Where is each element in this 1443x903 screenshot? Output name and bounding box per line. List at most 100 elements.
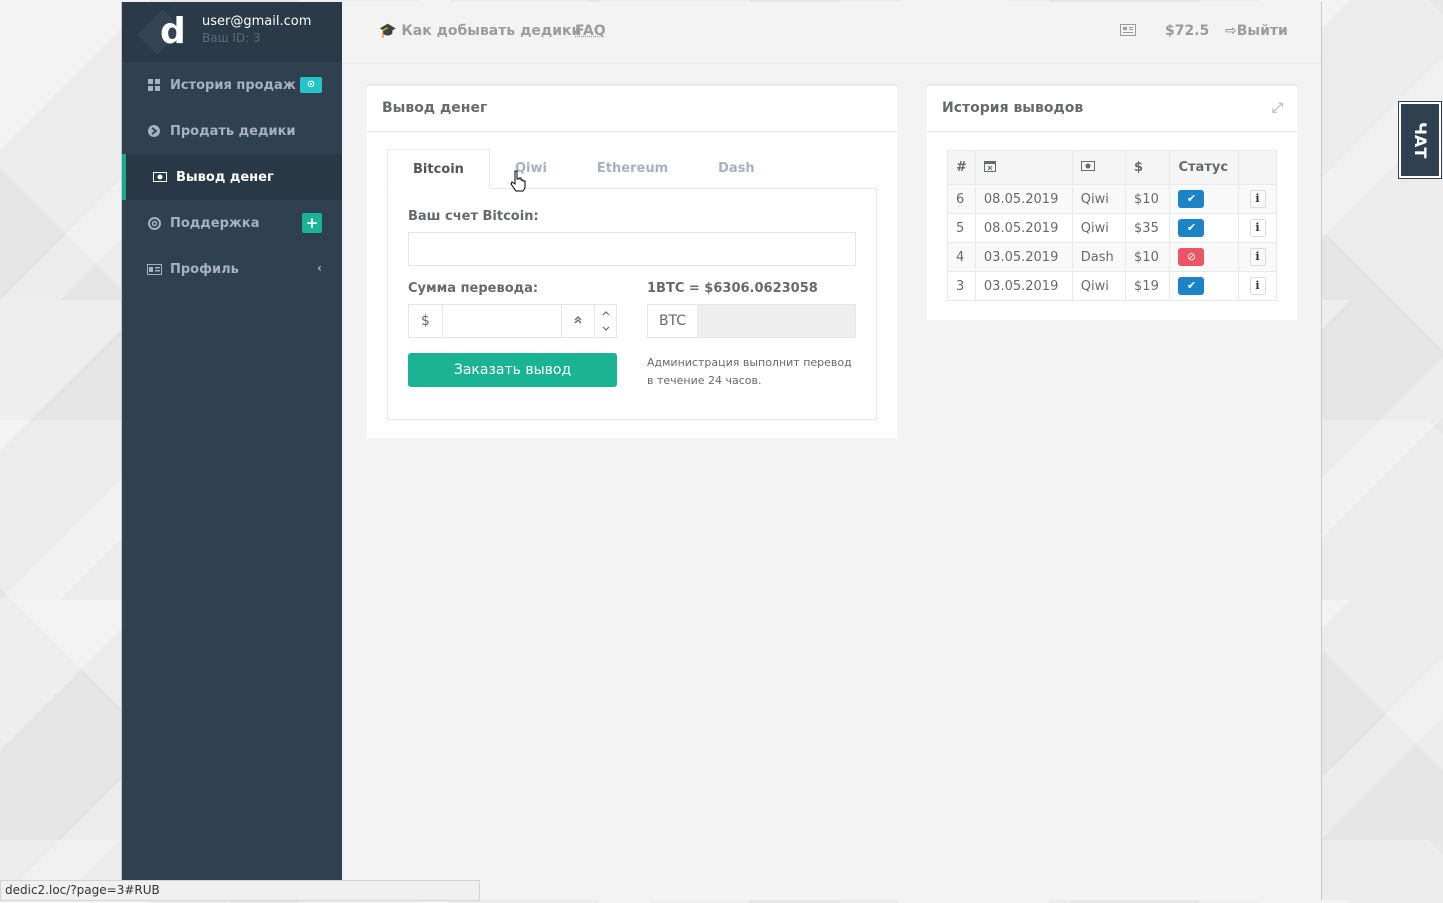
cell-status: ✔ xyxy=(1169,213,1240,243)
chat-tab[interactable]: ЧАТ xyxy=(1398,101,1442,179)
amount-group: $ xyxy=(408,304,617,338)
cell-date: 03.05.2019 xyxy=(974,271,1073,301)
arrow-circle-icon xyxy=(146,125,162,137)
dollar-addon: $ xyxy=(409,305,443,337)
cell-date: 08.05.2019 xyxy=(974,184,1073,214)
sidebar-item-sales-history[interactable]: История продаж ⊙ xyxy=(122,62,342,108)
chevron-left-icon: ‹ xyxy=(317,261,322,275)
sidebar-item-label: Продать дедики xyxy=(170,123,296,139)
user-email: user@gmail.com xyxy=(202,14,312,29)
calendar-icon xyxy=(983,160,996,172)
btc-rate: 1BTC = $6306.0623058 xyxy=(647,281,818,296)
cell-id: 4 xyxy=(947,242,976,272)
cell-method: Qiwi xyxy=(1071,271,1127,301)
history-table: # $ Статус 6 08.05.2019 Qiwi $10 ✔ i 5 08.05.20… xyxy=(947,150,1277,301)
table-row: 6 08.05.2019 Qiwi $10 ✔ i xyxy=(947,184,1277,214)
tab-qiwi[interactable]: Qiwi xyxy=(490,149,572,189)
amount-label: Сумма перевода: xyxy=(408,281,539,296)
browser-status-bar: dedic2.loc/?page=3#RUB xyxy=(0,880,480,901)
cell-method: Qiwi xyxy=(1071,184,1127,214)
balance: $72.5 xyxy=(1165,23,1210,39)
app-window: d user@gmail.com Ваш ID: 3 История прода… xyxy=(121,2,1322,900)
account-label: Ваш счет Bitcoin: xyxy=(408,209,539,224)
max-amount-button[interactable] xyxy=(561,305,595,337)
cell-date: 03.05.2019 xyxy=(974,242,1073,272)
sidebar-item-profile[interactable]: Профиль ‹ xyxy=(122,246,342,292)
panel-title: Вывод денег xyxy=(367,86,897,132)
ban-icon: ⊘ xyxy=(1178,248,1205,266)
sign-out-icon: ⇨ xyxy=(1225,23,1237,39)
plus-icon[interactable]: + xyxy=(302,213,322,233)
cell-amount: $10 xyxy=(1125,184,1171,214)
cell-info: i xyxy=(1238,213,1277,243)
panel-title: История выводов ⤢ xyxy=(927,86,1297,132)
sidebar: d user@gmail.com Ваш ID: 3 История прода… xyxy=(122,2,342,900)
howto-link[interactable]: 🎓 Как добывать дедики xyxy=(379,23,581,39)
clock-badge-icon: ⊙ xyxy=(300,77,322,93)
check-icon: ✔ xyxy=(1178,277,1205,295)
grid-icon xyxy=(146,79,162,91)
info-icon[interactable]: i xyxy=(1249,219,1266,237)
logout-link[interactable]: ⇨Выйти xyxy=(1225,23,1288,39)
cell-amount: $35 xyxy=(1125,213,1171,243)
sidebar-nav: История продаж ⊙ Продать дедики Вывод де… xyxy=(122,62,342,292)
graduation-cap-icon: 🎓 xyxy=(379,23,397,39)
col-info xyxy=(1238,150,1277,185)
spinner-up-icon[interactable] xyxy=(595,305,616,321)
tab-dash[interactable]: Dash xyxy=(693,149,780,189)
tab-bitcoin[interactable]: Bitcoin xyxy=(387,149,490,189)
sidebar-item-sell[interactable]: Продать дедики xyxy=(122,108,342,154)
check-icon: ✔ xyxy=(1178,219,1205,237)
col-status: Статус xyxy=(1169,150,1240,185)
hand-cursor-icon xyxy=(510,170,526,192)
bitcoin-account-input[interactable] xyxy=(408,232,856,266)
col-date xyxy=(974,150,1073,185)
table-row: 4 03.05.2019 Dash $10 ⊘ i xyxy=(947,242,1277,272)
cell-id: 3 xyxy=(947,271,976,301)
sidebar-item-label: Профиль xyxy=(170,261,239,277)
money-icon xyxy=(152,172,168,182)
cell-date: 08.05.2019 xyxy=(974,213,1073,243)
sidebar-item-label: Поддержка xyxy=(170,215,260,231)
id-card-icon xyxy=(146,263,162,275)
newspaper-icon[interactable] xyxy=(1120,24,1136,40)
withdraw-panel: Вывод денег Bitcoin Qiwi Ethereum Dash В… xyxy=(367,84,897,438)
spinner-down-icon[interactable] xyxy=(595,321,616,337)
tab-ethereum[interactable]: Ethereum xyxy=(572,149,693,189)
withdraw-history-panel: История выводов ⤢ # $ Статус 6 08.05.201… xyxy=(927,84,1297,320)
btc-amount-readonly xyxy=(698,305,855,337)
col-id: # xyxy=(947,150,976,185)
table-row: 3 03.05.2019 Qiwi $19 ✔ i xyxy=(947,271,1277,301)
user-profile[interactable]: d user@gmail.com Ваш ID: 3 xyxy=(122,2,342,62)
btc-group: BTC xyxy=(647,304,856,338)
sidebar-item-label: Вывод денег xyxy=(176,169,274,185)
cell-info: i xyxy=(1238,271,1277,301)
tab-content-bitcoin: Ваш счет Bitcoin: Сумма перевода: $ 1BTC… xyxy=(387,188,877,420)
user-id: Ваш ID: 3 xyxy=(202,31,261,45)
faq-link[interactable]: FAQ xyxy=(575,23,606,39)
cell-info: i xyxy=(1238,242,1277,272)
submit-withdraw-button[interactable]: Заказать вывод xyxy=(408,353,617,387)
info-icon[interactable]: i xyxy=(1249,248,1266,266)
cell-id: 5 xyxy=(947,213,976,243)
amount-input[interactable] xyxy=(443,305,561,337)
logo: d xyxy=(160,11,186,52)
col-method xyxy=(1071,150,1127,185)
cell-amount: $10 xyxy=(1125,242,1171,272)
cell-status: ✔ xyxy=(1169,184,1240,214)
info-icon[interactable]: i xyxy=(1249,190,1266,208)
cell-method: Qiwi xyxy=(1071,213,1127,243)
cell-status: ⊘ xyxy=(1169,242,1240,272)
info-icon[interactable]: i xyxy=(1249,277,1266,295)
sidebar-item-withdraw[interactable]: Вывод денег xyxy=(122,154,342,200)
sidebar-item-support[interactable]: Поддержка + xyxy=(122,200,342,246)
btc-addon: BTC xyxy=(648,305,698,337)
cell-method: Dash xyxy=(1071,242,1127,272)
expand-icon[interactable]: ⤢ xyxy=(1272,100,1283,116)
cell-info: i xyxy=(1238,184,1277,214)
cell-amount: $19 xyxy=(1125,271,1171,301)
col-amount: $ xyxy=(1125,150,1171,185)
double-chevron-up-icon xyxy=(574,316,582,324)
processing-note: Администрация выполнит перевод в течение… xyxy=(647,356,852,387)
money-icon xyxy=(1080,161,1095,171)
